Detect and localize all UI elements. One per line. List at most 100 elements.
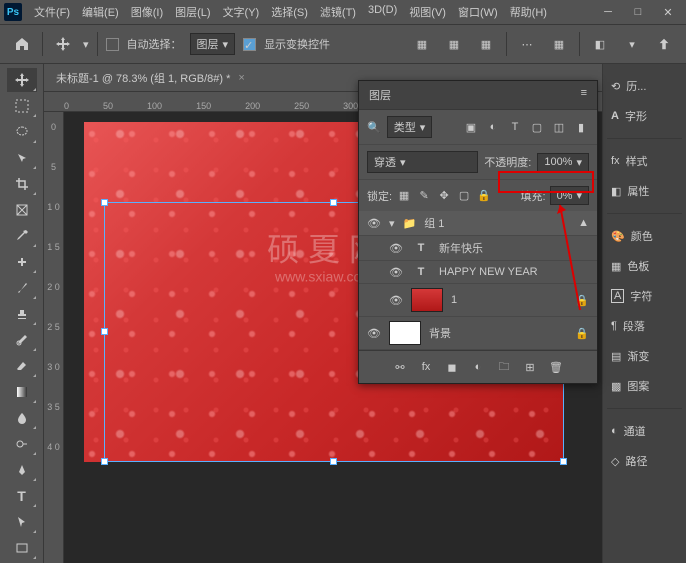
type-tool[interactable]: T [7,484,37,508]
panel-gradient[interactable]: ▤渐变 [607,342,682,370]
visibility-icon[interactable]: 👁 [389,265,403,279]
panel-swatches[interactable]: ▦色板 [607,252,682,280]
lock-position-icon[interactable]: ✥ [436,188,452,204]
adjustment-icon[interactable]: ◐ [470,359,486,375]
crop-tool[interactable] [7,172,37,196]
opacity-input[interactable]: 100%▾ [537,153,589,172]
link-layers-icon[interactable]: ⚯ [392,359,408,375]
stamp-tool[interactable] [7,302,37,326]
auto-select-target[interactable]: 图层▾ [190,33,236,55]
move-tool-icon[interactable] [51,32,75,56]
filter-type-icon[interactable]: T [507,119,523,135]
panel-channels[interactable]: ◐通道 [607,417,682,445]
panel-paths[interactable]: ◇路径 [607,447,682,475]
panel-pattern[interactable]: ▩图案 [607,372,682,400]
lock-pixels-icon[interactable]: ▦ [396,188,412,204]
home-icon[interactable] [10,32,34,56]
handle-br[interactable] [560,458,567,465]
lock-paint-icon[interactable]: ✎ [416,188,432,204]
layer-group[interactable]: 👁 ▾ 📁 组 1 ▲ [359,211,597,236]
menu-file[interactable]: 文件(F) [30,2,74,22]
panel-character[interactable]: A字符 [607,282,682,310]
panel-history[interactable]: ⟲历... [607,72,682,100]
visibility-icon[interactable]: 👁 [389,241,403,255]
panel-glyphs[interactable]: A字形 [607,102,682,130]
menu-select[interactable]: 选择(S) [267,2,312,22]
panel-color[interactable]: 🎨颜色 [607,222,682,250]
frame-tool[interactable] [7,198,37,222]
brush-tool[interactable] [7,276,37,300]
pen-tool[interactable] [7,458,37,482]
visibility-icon[interactable]: 👁 [367,326,381,340]
maximize-button[interactable]: □ [624,2,652,22]
filter-toggle-icon[interactable]: ▮ [573,119,589,135]
lasso-tool[interactable] [7,120,37,144]
blur-tool[interactable] [7,406,37,430]
eyedropper-tool[interactable] [7,224,37,248]
menu-layer[interactable]: 图层(L) [171,2,214,22]
group-icon[interactable]: 🗀 [496,359,512,375]
handle-tm[interactable] [330,199,337,206]
3d-mode-icon[interactable]: ▦ [547,32,571,56]
new-layer-icon[interactable]: ⊞ [522,359,538,375]
filter-shape-icon[interactable]: ▢ [529,119,545,135]
gradient-tool[interactable] [7,380,37,404]
path-select-tool[interactable] [7,510,37,534]
search-icon[interactable]: ▾ [620,32,644,56]
layer-background[interactable]: 👁 背景 🔒 [359,317,597,350]
menu-view[interactable]: 视图(V) [405,2,450,22]
eraser-tool[interactable] [7,354,37,378]
menu-3d[interactable]: 3D(D) [364,2,401,22]
menu-window[interactable]: 窗口(W) [454,2,502,22]
filter-smart-icon[interactable]: ◫ [551,119,567,135]
layers-panel-title[interactable]: 图层 [369,87,391,103]
panel-menu-icon[interactable]: ≡ [581,87,587,103]
filter-adjust-icon[interactable]: ◐ [485,119,501,135]
menu-edit[interactable]: 编辑(E) [78,2,123,22]
panel-paragraph[interactable]: ¶段落 [607,312,682,340]
healing-tool[interactable] [7,250,37,274]
delete-layer-icon[interactable]: 🗑 [548,359,564,375]
fx-icon[interactable]: fx [418,359,434,375]
panel-styles[interactable]: fx样式 [607,147,682,175]
menu-help[interactable]: 帮助(H) [506,2,551,22]
align-icon[interactable]: ▦ [410,32,434,56]
lock-artboard-icon[interactable]: ▢ [456,188,472,204]
filter-image-icon[interactable]: ▣ [463,119,479,135]
mask-icon[interactable]: ◼ [444,359,460,375]
show-transform-checkbox[interactable]: ✓ [243,38,256,51]
rectangle-tool[interactable] [7,536,37,560]
tab-close-icon[interactable]: × [238,72,244,84]
chevron-down-icon[interactable]: ▾ [389,217,395,230]
menu-type[interactable]: 文字(Y) [219,2,264,22]
layer-image[interactable]: 👁 1 🔒 [359,284,597,317]
blend-mode-select[interactable]: 穿透▾ [367,151,478,173]
handle-bl[interactable] [101,458,108,465]
minimize-button[interactable]: ─ [594,2,622,22]
move-tool[interactable] [7,68,37,92]
dodge-tool[interactable] [7,432,37,456]
lock-all-icon[interactable]: 🔒 [476,188,492,204]
marquee-tool[interactable] [7,94,37,118]
quick-select-tool[interactable] [7,146,37,170]
workspace-icon[interactable]: ◧ [588,32,612,56]
close-button[interactable]: ✕ [654,2,682,22]
handle-ml[interactable] [101,328,108,335]
panel-properties[interactable]: ◧属性 [607,177,682,205]
visibility-icon[interactable]: 👁 [367,216,381,230]
more-icon[interactable]: ⋯ [515,32,539,56]
layer-filter-select[interactable]: 类型▾ [387,116,433,138]
menu-image[interactable]: 图像(I) [127,2,167,22]
menu-filter[interactable]: 滤镜(T) [316,2,360,22]
visibility-icon[interactable]: 👁 [389,293,403,307]
align-icon-2[interactable]: ▦ [442,32,466,56]
share-icon[interactable] [652,32,676,56]
history-brush-tool[interactable] [7,328,37,352]
layer-text[interactable]: 👁 T HAPPY NEW YEAR [359,261,597,284]
auto-select-checkbox[interactable] [106,38,119,51]
handle-bm[interactable] [330,458,337,465]
align-icon-3[interactable]: ▦ [474,32,498,56]
layer-text[interactable]: 👁 T 新年快乐 [359,236,597,261]
handle-tl[interactable] [101,199,108,206]
fill-input[interactable]: 0%▾ [550,186,589,205]
